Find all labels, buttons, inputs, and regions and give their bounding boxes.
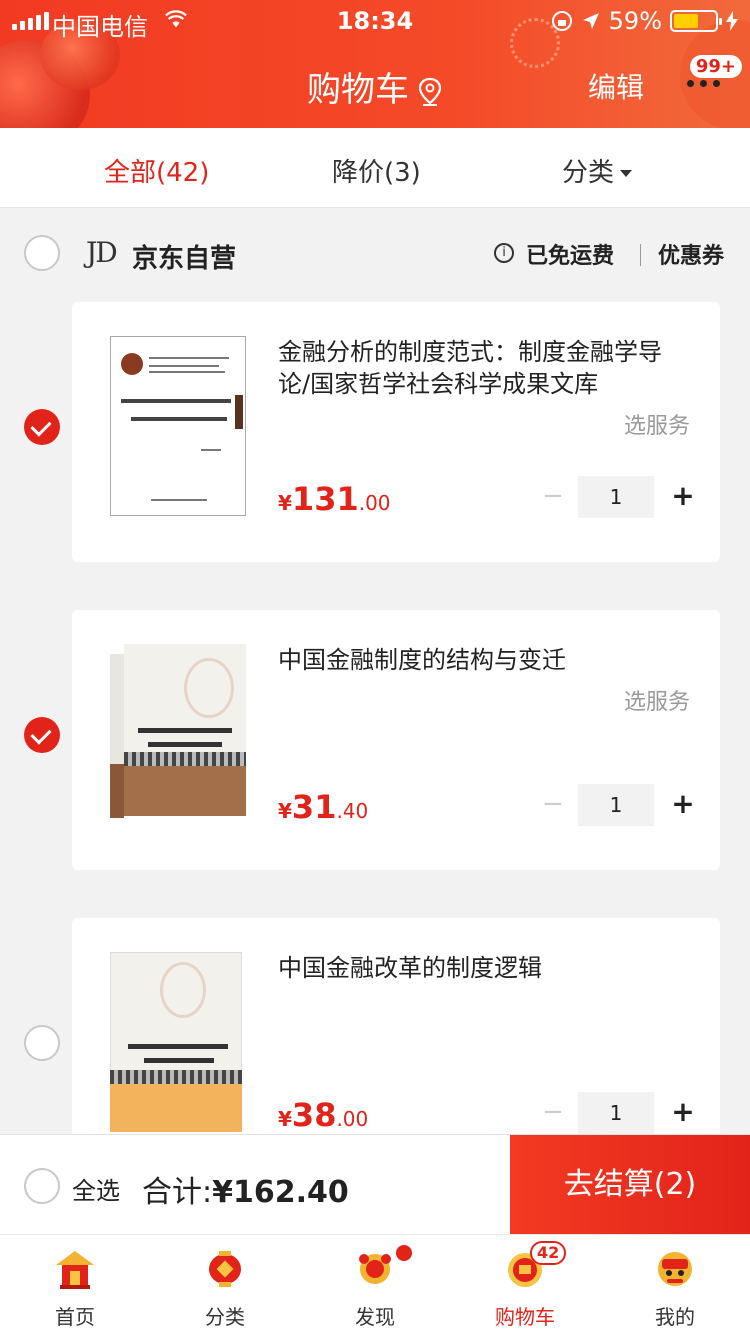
cart-count-badge: 42: [530, 1241, 567, 1265]
tab-discover[interactable]: 发现: [300, 1235, 450, 1334]
divider: [640, 244, 641, 266]
discover-icon: [359, 1254, 391, 1284]
decrease-button[interactable]: −: [536, 476, 570, 518]
tab-all[interactable]: 全部(42): [104, 152, 209, 189]
rotation-lock-icon: [551, 11, 572, 31]
quantity-field[interactable]: 1: [578, 476, 654, 518]
home-icon: [56, 1251, 94, 1289]
quantity-stepper: − 1 +: [536, 784, 700, 826]
coupon-button[interactable]: 优惠券: [658, 238, 724, 270]
caret-down-icon: [620, 170, 633, 177]
select-all-checkbox[interactable]: [24, 1168, 60, 1204]
item-select-checkbox[interactable]: [24, 409, 60, 445]
jd-logo: JD: [86, 236, 118, 269]
profile-icon: [658, 1252, 692, 1286]
tab-profile[interactable]: 我的: [600, 1235, 750, 1334]
item-title[interactable]: 中国金融制度的结构与变迁: [278, 644, 688, 676]
more-icon[interactable]: [687, 80, 720, 87]
decrease-button[interactable]: −: [536, 1092, 570, 1134]
tab-category[interactable]: 分类: [562, 152, 633, 189]
status-bar: 中国电信 18:34 59%: [0, 0, 750, 41]
tab-home[interactable]: 首页: [0, 1235, 150, 1334]
increase-button[interactable]: +: [666, 476, 700, 518]
free-shipping-label: 已免运费: [526, 244, 615, 269]
location-arrow-icon: [582, 13, 599, 29]
quantity-field[interactable]: 1: [578, 784, 654, 826]
checkout-bar: 全选 合计:¥162.40 去结算(2): [0, 1134, 750, 1235]
item-title[interactable]: 金融分析的制度范式：制度金融学导论/国家哲学社会科学成果文库: [278, 336, 688, 400]
total-amount: 合计:¥162.40: [142, 1175, 349, 1210]
battery-icon: [670, 10, 722, 32]
battery-percent: 59%: [608, 7, 662, 35]
cart-item[interactable]: 金融分析的制度范式：制度金融学导论/国家哲学社会科学成果文库 选服务 ¥131.…: [72, 302, 720, 562]
bottom-tab-bar: 首页 分类 发现 购物车 42 我的: [0, 1234, 750, 1334]
location-pin-icon[interactable]: [417, 77, 443, 107]
category-icon: [209, 1251, 241, 1287]
select-all-label[interactable]: 全选: [72, 1171, 120, 1206]
store-header: JD 京东自营 i 已免运费 优惠券: [0, 208, 750, 300]
status-right: 59%: [551, 7, 738, 35]
quantity-stepper: − 1 +: [536, 476, 700, 518]
message-badge: 99+: [689, 55, 742, 78]
cart-item[interactable]: 中国金融制度的结构与变迁 选服务 ¥31.40 − 1 +: [72, 610, 720, 870]
filter-tabs: 全部(42) 降价(3) 分类: [0, 128, 750, 208]
book-cover-image[interactable]: [110, 952, 246, 1132]
decrease-button[interactable]: −: [536, 784, 570, 826]
tab-price-drop[interactable]: 降价(3): [332, 152, 421, 189]
increase-button[interactable]: +: [666, 1092, 700, 1134]
info-icon[interactable]: i: [494, 243, 514, 263]
select-service-button[interactable]: 选服务: [624, 408, 690, 440]
store-select-checkbox[interactable]: [24, 235, 60, 271]
increase-button[interactable]: +: [666, 784, 700, 826]
select-service-button[interactable]: 选服务: [624, 684, 690, 716]
checkout-button[interactable]: 去结算(2): [510, 1135, 750, 1235]
book-cover-image[interactable]: [110, 644, 246, 824]
charging-icon: [726, 11, 738, 31]
item-select-checkbox[interactable]: [24, 717, 60, 753]
tab-cart[interactable]: 购物车: [450, 1235, 600, 1334]
item-title[interactable]: 中国金融改革的制度逻辑: [278, 952, 688, 984]
book-cover-image[interactable]: [110, 336, 246, 516]
item-select-checkbox[interactable]: [24, 1025, 60, 1061]
quantity-stepper: − 1 +: [536, 1092, 700, 1134]
tab-category[interactable]: 分类: [150, 1235, 300, 1334]
store-name[interactable]: 京东自营: [132, 238, 236, 275]
item-price: ¥38.00: [278, 1096, 369, 1134]
quantity-field[interactable]: 1: [578, 1092, 654, 1134]
header: 中国电信 18:34 59% 购物车 编辑 99+: [0, 0, 750, 128]
discover-notification-dot: [396, 1245, 412, 1261]
edit-button[interactable]: 编辑: [588, 66, 644, 106]
item-price: ¥131.00: [278, 480, 391, 518]
item-price: ¥31.40: [278, 788, 369, 826]
